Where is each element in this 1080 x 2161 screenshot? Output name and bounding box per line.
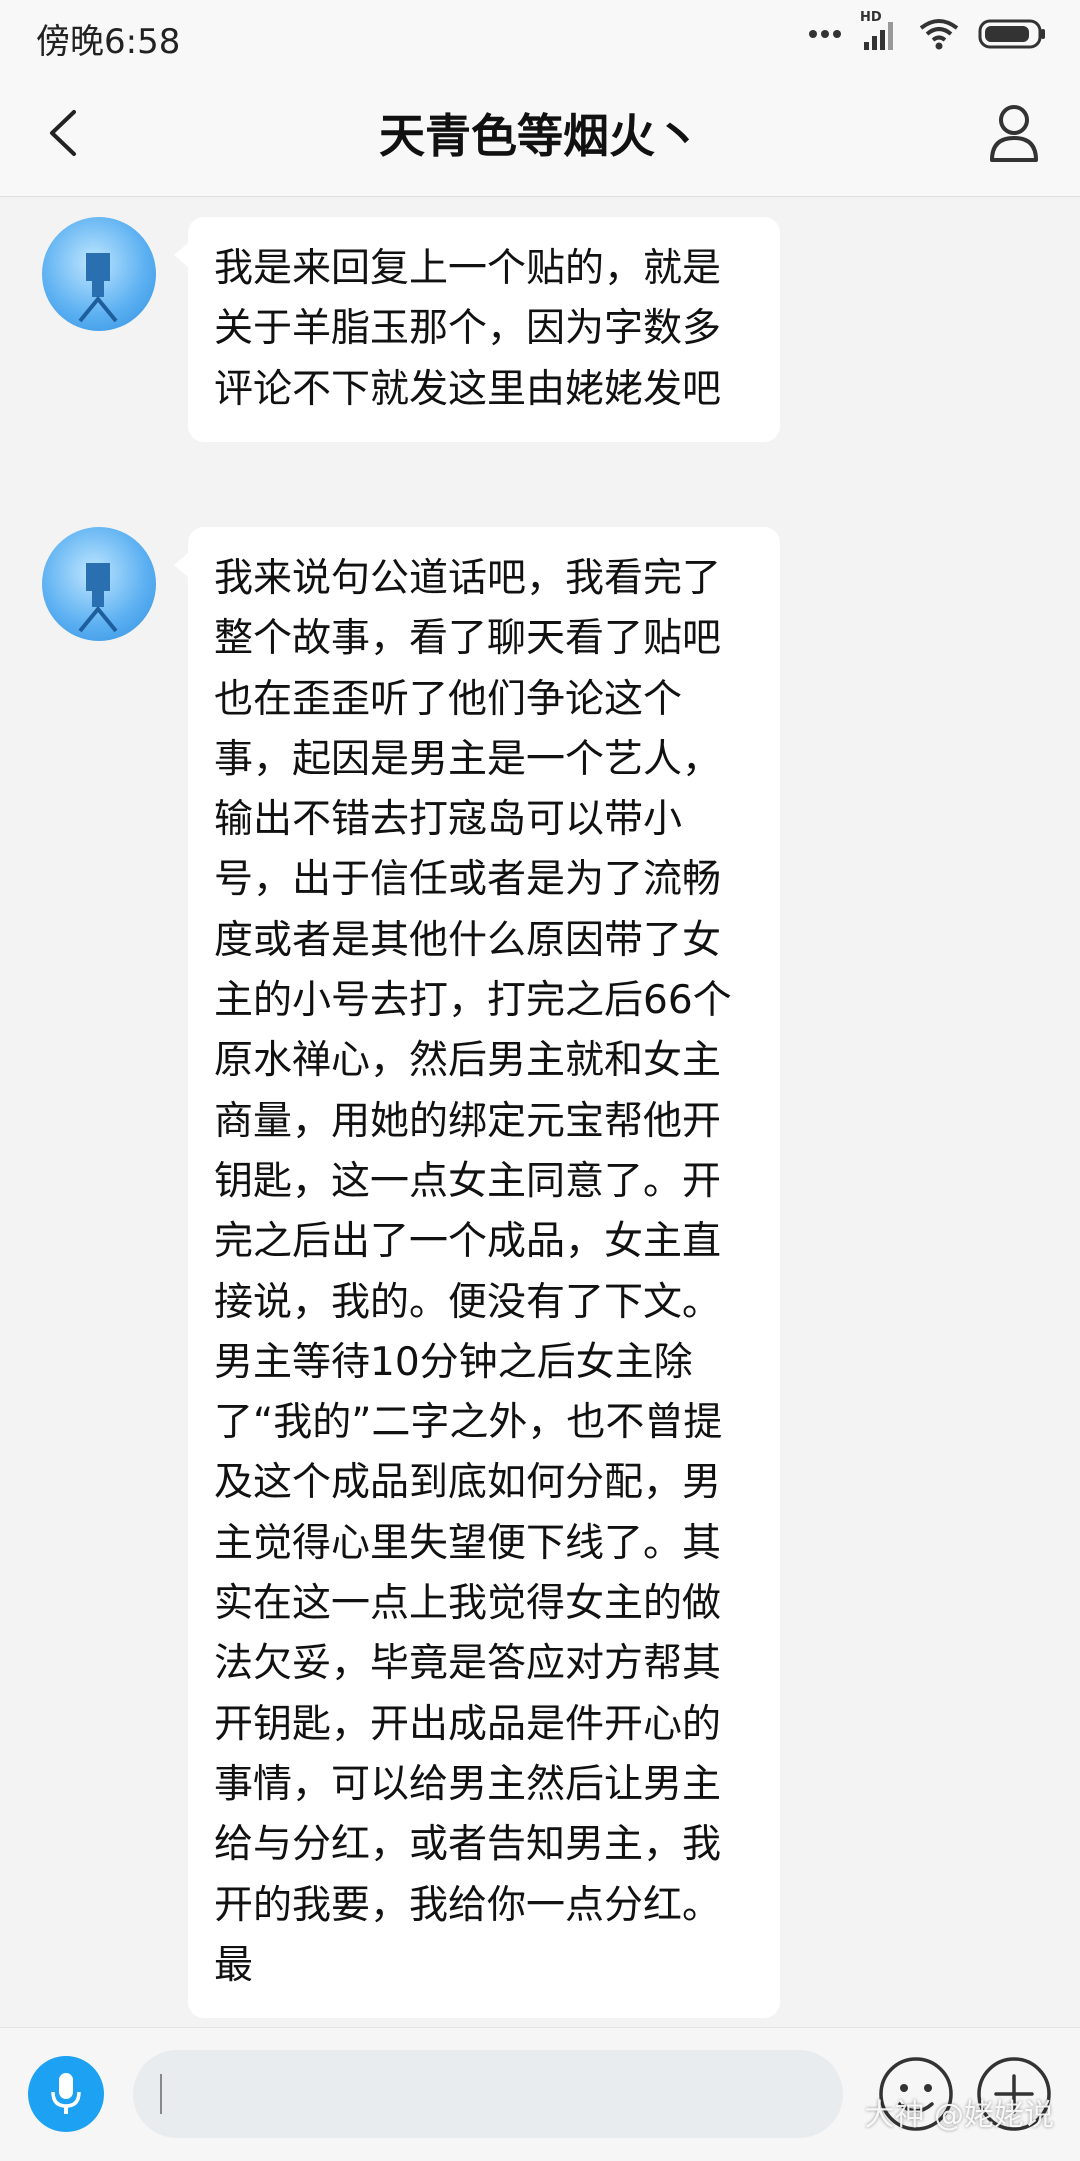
- voice-button[interactable]: [28, 2056, 104, 2132]
- message-bubble[interactable]: 我是来回复上一个贴的，就是关于羊脂玉那个，因为字数多评论不下就发这里由姥姥发吧: [174, 217, 780, 442]
- avatar[interactable]: [42, 217, 156, 331]
- status-icons: HD: [808, 10, 1046, 52]
- status-time: 傍晚6:58: [36, 22, 181, 62]
- status-bar: 傍晚6:58 HD: [0, 0, 1080, 70]
- input-bar: 大神 @姥姥说: [0, 2027, 1080, 2161]
- page-title: 天青色等烟火丶: [379, 109, 701, 163]
- message-bubble[interactable]: 我来说句公道话吧，我看完了整个故事，看了聊天看了贴吧也在歪歪听了他们争论这个事，…: [174, 527, 780, 2019]
- wifi-icon: [919, 19, 959, 50]
- signal-icon: HD: [860, 10, 900, 52]
- avatar[interactable]: [42, 527, 156, 641]
- avatar-figure-icon: [78, 563, 118, 633]
- chat-area[interactable]: 我是来回复上一个贴的，就是关于羊脂玉那个，因为字数多评论不下就发这里由姥姥发吧 …: [0, 197, 1080, 2027]
- nav-bar: 天青色等烟火丶: [0, 70, 1080, 197]
- message-input[interactable]: [133, 2050, 843, 2138]
- avatar-figure-icon: [78, 253, 118, 323]
- watermark: 大神 @姥姥说: [864, 2098, 1054, 2133]
- microphone-icon: [51, 2073, 81, 2114]
- dots-icon: [809, 30, 841, 38]
- battery-icon: [978, 19, 1045, 49]
- user-icon: [990, 105, 1038, 162]
- text-caret: [160, 2074, 162, 2114]
- profile-button[interactable]: [984, 100, 1044, 166]
